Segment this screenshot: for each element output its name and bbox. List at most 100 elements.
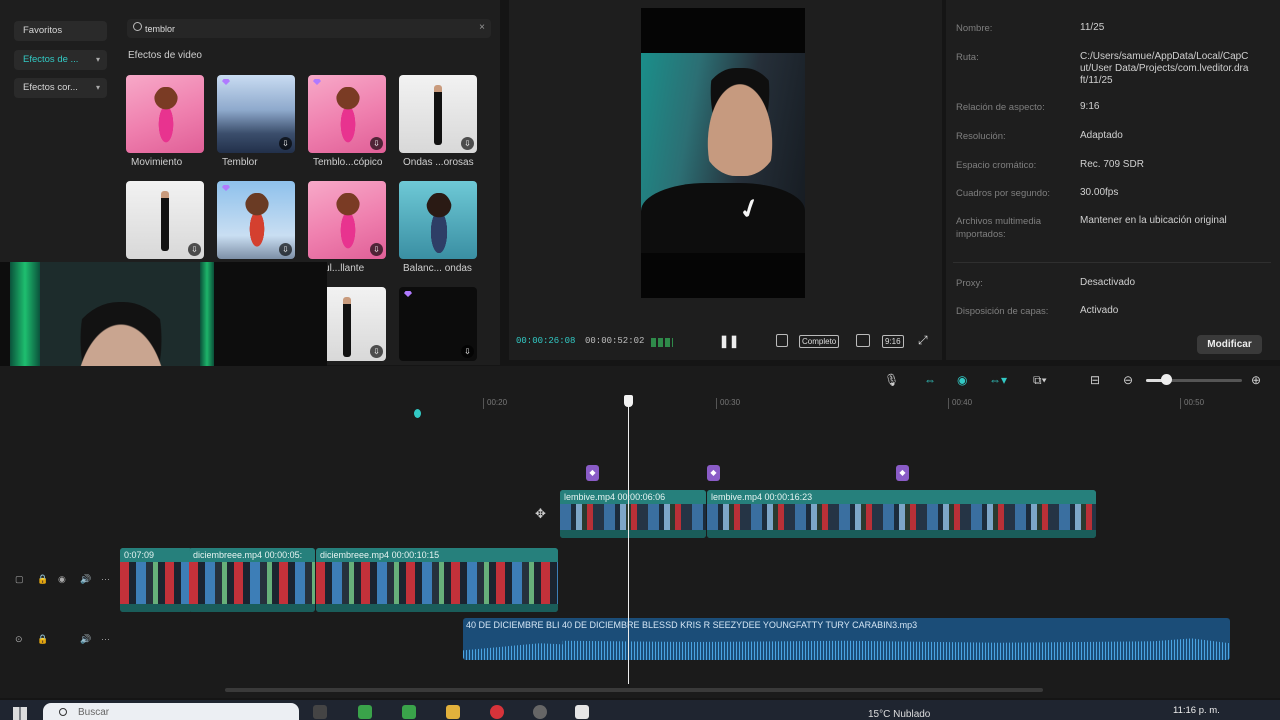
snap-icon[interactable]: ⇔▾ [989,372,1007,388]
timeline-scrollbar[interactable] [225,688,1043,692]
screenshot-icon[interactable] [856,334,870,347]
premium-icon [404,291,412,297]
taskbar-clock[interactable]: 11:16 p. m. [1173,705,1220,716]
weather-widget[interactable]: 15°C Nublado [868,709,930,720]
volume-icon[interactable]: 🔊 [80,634,91,645]
effect-marker[interactable]: ◆ [707,465,720,481]
audio-track-icon[interactable]: ⊙ [15,634,23,645]
fullscreen-icon[interactable]: ⤢ [918,333,928,348]
file-explorer-icon[interactable] [446,705,460,719]
category-favorites[interactable]: Favoritos [14,21,107,41]
search-input[interactable] [145,19,465,38]
app-icon[interactable] [402,705,416,719]
magnet-icon[interactable]: ◉ [957,372,967,388]
download-icon[interactable]: ⇩ [461,137,474,150]
microphone-icon[interactable]: 🎙 [884,372,899,388]
task-view-icon[interactable] [313,705,327,719]
main-clip[interactable]: diciembreee.mp4 00:00:10:15 [316,548,558,612]
effect-tile[interactable] [399,181,477,259]
overlay-clip[interactable]: lembive.mp4 00:00:06:06 [560,490,706,538]
download-icon[interactable]: ⇩ [188,243,201,256]
clip-duration: 00:00:10:15 [391,550,440,560]
lock-icon[interactable]: 🔒 [37,634,48,645]
detail-value: Adaptado [1080,130,1123,141]
effect-tile[interactable]: ⇩ [399,75,477,153]
link-icon[interactable]: ⇔ [924,372,936,388]
ruler-tick: 00:50 [1180,398,1204,409]
split-icon[interactable]: ⧉▾ [1033,372,1047,388]
taskbar-search[interactable]: Buscar [43,703,299,720]
download-icon[interactable]: ⇩ [370,243,383,256]
download-icon[interactable]: ⇩ [279,137,292,150]
eye-icon[interactable]: ◉ [58,574,66,585]
effect-label: Temblo...cópico [313,157,383,168]
app-icon[interactable] [533,705,547,719]
download-icon[interactable]: ⇩ [370,137,383,150]
effect-marker[interactable]: ◆ [896,465,909,481]
total-timecode: 00:00:52:02 [585,336,645,346]
effect-tile[interactable] [126,75,204,153]
thumbnail-image [333,87,363,147]
volume-icon[interactable]: 🔊 [80,574,91,585]
clear-icon[interactable]: × [479,22,485,33]
effect-marker[interactable]: ◆ [586,465,599,481]
chevron-down-icon: ▾ [95,83,100,92]
effect-tile[interactable]: ⇩ [217,75,295,153]
preview-axis-icon[interactable]: ⊟ [1090,372,1100,388]
capcut-icon[interactable] [575,705,589,719]
zoom-slider-handle[interactable] [1161,374,1172,385]
windows-start-icon[interactable] [13,707,27,720]
ratio-button[interactable]: Completo [799,335,840,348]
more-icon[interactable]: ··· [101,634,110,644]
effect-tile[interactable]: ⇩ [308,181,386,259]
cover-icon[interactable]: ▢ [15,574,24,585]
search-bar[interactable]: × [127,19,491,38]
playhead-handle[interactable] [624,395,633,407]
zoom-out-icon[interactable]: ⊖ [1123,372,1133,388]
current-timecode: 00:00:26:08 [516,336,576,346]
playhead[interactable] [628,400,629,684]
thumbnail-image [161,191,169,251]
clip-duration: 00:00:06:06 [617,492,666,502]
modify-button[interactable]: Modificar [1197,335,1262,354]
pause-button[interactable]: ❚❚ [719,334,739,348]
effect-tile[interactable]: ⇩ [217,181,295,259]
video-preview[interactable]: ✓ [641,8,805,298]
aspect-ratio-button[interactable]: 9:16 [882,335,904,348]
audio-clip[interactable]: 40 DE DICIEMBRE BLI 40 DE DICIEMBRE BLES… [463,618,1230,660]
detail-value: Rec. 709 SDR [1080,159,1144,170]
clip-name: lembive.mp4 [564,492,616,502]
clip-thumbnails [560,504,706,530]
main-clip[interactable]: 0:07:09 [120,548,192,612]
download-icon[interactable]: ⇩ [370,345,383,358]
download-icon[interactable]: ⇩ [461,345,474,358]
effect-tile[interactable]: ⇩ [399,287,477,361]
category-label: Efectos de ... [23,54,79,65]
more-icon[interactable]: ··· [101,574,110,584]
clip-name: diciembreee.mp4 [193,550,263,560]
effect-tile[interactable]: ⇩ [126,181,204,259]
category-video-effects[interactable]: Efectos de ... ▾ [14,50,107,70]
crop-icon[interactable] [776,334,788,347]
effect-label: Temblor [222,157,258,168]
overlay-clip[interactable]: lembive.mp4 00:00:16:23 [707,490,1096,538]
effect-tile[interactable]: ⇩ [308,75,386,153]
app-icon[interactable] [358,705,372,719]
thumbnail-image [333,193,363,253]
zoom-in-icon[interactable]: ⊕ [1251,372,1261,388]
category-body-effects[interactable]: Efectos cor... ▾ [14,78,107,98]
main-clip[interactable]: diciembreee.mp4 00:00:05: [189,548,315,612]
clip-duration: 00:00:16:23 [764,492,813,502]
clip-header: diciembreee.mp4 00:00:10:15 [316,548,558,562]
browser-icon[interactable] [490,705,504,719]
clip-header: diciembreee.mp4 00:00:05: [189,548,315,562]
detail-label: Nombre: [956,23,993,34]
timeline-marker-icon[interactable] [414,409,421,418]
effect-label: Movimiento [131,157,183,168]
download-icon[interactable]: ⇩ [279,243,292,256]
detail-value: Activado [1080,305,1119,316]
move-cursor-icon: ✥ [535,506,546,521]
clip-thumbnails [189,562,315,604]
lock-icon[interactable]: 🔒 [37,574,48,585]
timeline-toolbar [0,366,1280,394]
